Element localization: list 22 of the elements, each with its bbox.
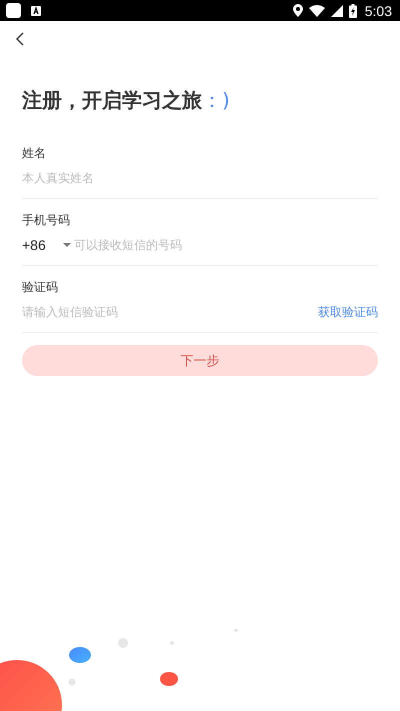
get-code-link[interactable]: 获取验证码: [318, 304, 378, 320]
title-emoticon: ：): [202, 87, 230, 114]
placeholder-text: 可以接收短信的号码: [74, 236, 182, 254]
country-code[interactable]: +86: [22, 237, 63, 253]
input-field[interactable]: 请输入短信验证码 获取验证码: [22, 298, 378, 326]
input-field[interactable]: +86 可以接收短信的号码: [22, 231, 378, 259]
signal-icon: [330, 4, 343, 16]
app-icon: [6, 3, 21, 18]
keyboard-icon: [31, 6, 41, 16]
placeholder-text: 本人真实姓名: [22, 170, 94, 186]
battery-icon: [348, 4, 357, 18]
field-label: 手机号码: [22, 212, 71, 229]
back-icon[interactable]: [16, 32, 24, 46]
field-label: 验证码: [22, 279, 59, 296]
location-icon: [292, 4, 303, 17]
field-label: 姓名: [22, 145, 47, 162]
wifi-icon: [308, 4, 325, 16]
page-title: 注册，开启学习之旅: [22, 87, 202, 114]
placeholder-text: 请输入短信验证码: [22, 304, 119, 320]
input-field[interactable]: 本人真实姓名: [22, 164, 378, 192]
status-time: 5:03: [364, 2, 392, 18]
caret-icon[interactable]: [63, 243, 71, 247]
